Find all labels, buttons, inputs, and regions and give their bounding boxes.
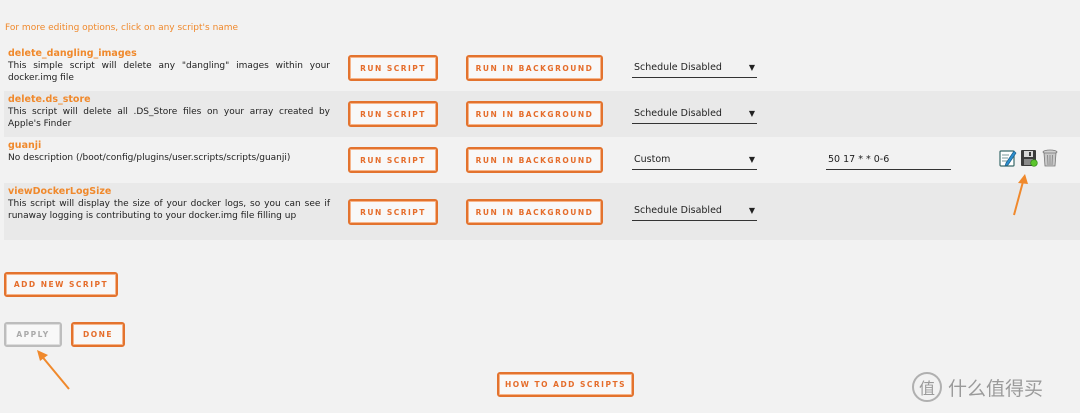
done-button[interactable]: DONE [71,322,125,347]
watermark-logo: 值 [912,372,942,402]
cron-input[interactable]: 50 17 * * 0-6 [826,150,951,170]
apply-button[interactable]: APPLY [4,322,62,347]
script-row: delete.ds_store This script will delete … [4,91,1080,137]
script-name[interactable]: delete_dangling_images [8,48,137,59]
run-in-background-button[interactable]: RUN IN BACKGROUND [466,199,603,225]
schedule-value: Schedule Disabled [634,108,722,119]
script-row: guanji No description (/boot/config/plug… [4,137,1080,183]
caret-down-icon: ▼ [748,155,755,164]
watermark: 值 什么值得买 [912,372,1043,402]
caret-down-icon: ▼ [748,109,755,118]
watermark-text: 什么值得买 [948,377,1044,400]
run-script-button[interactable]: RUN SCRIPT [348,101,438,127]
add-new-script-button[interactable]: ADD NEW SCRIPT [4,272,118,297]
hint-text: For more editing options, click on any s… [5,23,239,33]
script-description: This script will delete all .DS_Store fi… [8,107,330,129]
trash-icon[interactable] [1041,148,1059,168]
script-description: This simple script will delete any "dang… [8,61,330,83]
script-description: This script will display the size of you… [8,199,330,221]
run-script-button[interactable]: RUN SCRIPT [348,147,438,173]
run-script-button[interactable]: RUN SCRIPT [348,55,438,81]
script-name[interactable]: delete.ds_store [8,94,91,105]
script-row: delete_dangling_images This simple scrip… [4,45,1080,91]
schedule-select[interactable]: Custom ▼ [632,150,757,170]
run-in-background-button[interactable]: RUN IN BACKGROUND [466,55,603,81]
schedule-value: Custom [634,154,671,165]
schedule-select[interactable]: Schedule Disabled ▼ [632,104,757,124]
schedule-value: Schedule Disabled [634,205,722,216]
script-name[interactable]: viewDockerLogSize [8,186,111,197]
script-name[interactable]: guanji [8,140,41,151]
schedule-select[interactable]: Schedule Disabled ▼ [632,58,757,78]
run-script-button[interactable]: RUN SCRIPT [348,199,438,225]
save-icon[interactable] [1020,148,1038,168]
edit-icon[interactable] [999,148,1017,168]
script-row: viewDockerLogSize This script will displ… [4,183,1080,240]
caret-down-icon: ▼ [748,206,755,215]
run-in-background-button[interactable]: RUN IN BACKGROUND [466,101,603,127]
annotation-arrow [1013,174,1028,216]
schedule-value: Schedule Disabled [634,62,722,73]
how-to-add-scripts-button[interactable]: HOW TO ADD SCRIPTS [497,372,634,397]
script-description: No description (/boot/config/plugins/use… [8,153,291,163]
script-actions [999,148,1059,168]
schedule-select[interactable]: Schedule Disabled ▼ [632,201,757,221]
caret-down-icon: ▼ [748,63,755,72]
run-in-background-button[interactable]: RUN IN BACKGROUND [466,147,603,173]
annotation-arrow [37,350,70,390]
